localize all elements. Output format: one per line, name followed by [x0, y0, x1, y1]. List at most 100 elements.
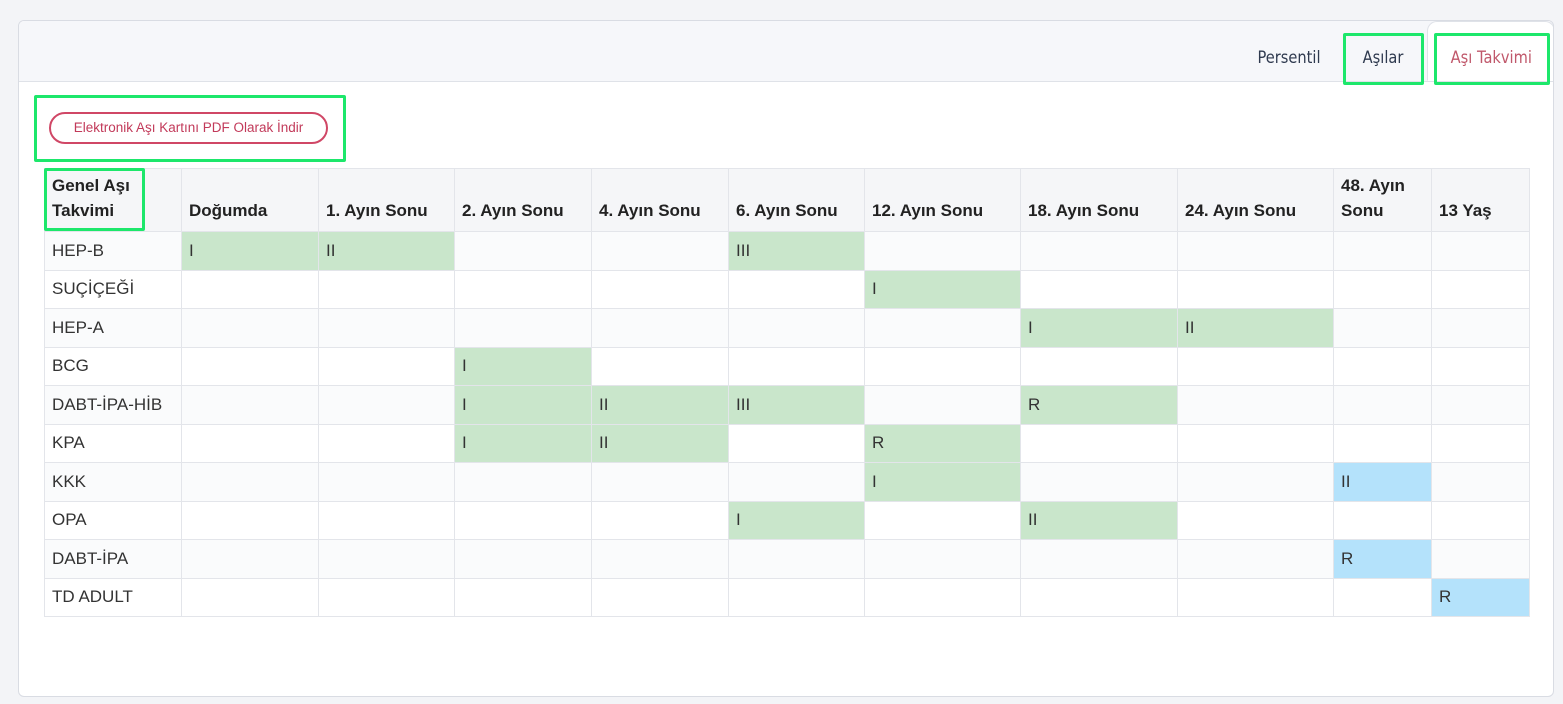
tab-asilar[interactable]: Aşılar — [1350, 35, 1415, 81]
tab-persentil[interactable]: Persentil — [1246, 35, 1332, 81]
dose-cell — [864, 539, 1021, 579]
dose-cell — [864, 385, 1021, 425]
dose-cell — [1177, 231, 1334, 271]
tab-asi-takvimi[interactable]: Aşı Takvimi — [1427, 21, 1553, 81]
dose-cell — [181, 462, 319, 502]
dose-cell — [1333, 423, 1432, 463]
dose-cell — [318, 269, 455, 309]
dose-cell — [591, 308, 729, 348]
dose-cell — [1431, 500, 1530, 540]
dose-cell — [1177, 346, 1334, 386]
dose-cell — [1333, 346, 1432, 386]
column-header: 18. Ayın Sonu — [1020, 168, 1178, 232]
table-row: BCG I — [44, 346, 1530, 386]
vaccine-name-cell: KKK — [44, 462, 182, 502]
dose-cell — [1020, 346, 1178, 386]
dose-cell — [318, 385, 455, 425]
dose-cell — [1020, 269, 1178, 309]
vaccine-name-cell: TD ADULT — [44, 577, 182, 617]
column-header: 4. Ayın Sonu — [591, 168, 729, 232]
dose-cell — [864, 346, 1021, 386]
vaccine-name-cell: HEP-A — [44, 308, 182, 348]
download-pdf-button[interactable]: Elektronik Aşı Kartını PDF Olarak İndir — [49, 112, 328, 144]
column-header: 2. Ayın Sonu — [454, 168, 592, 232]
dose-cell — [1177, 423, 1334, 463]
table-row: KPA I II R — [44, 423, 1530, 463]
dose-cell — [181, 500, 319, 540]
dose-cell — [318, 462, 455, 502]
dose-cell — [864, 308, 1021, 348]
dose-cell — [1431, 423, 1530, 463]
dose-cell: II — [1020, 500, 1178, 540]
vaccine-name-cell: DABT-İPA-HİB — [44, 385, 182, 425]
dose-cell — [1333, 500, 1432, 540]
tab-asi-takvimi-label: Aşı Takvimi — [1450, 48, 1532, 68]
dose-cell — [728, 423, 865, 463]
table-row: KKK I II — [44, 462, 1530, 502]
column-header: 6. Ayın Sonu — [728, 168, 865, 232]
dose-cell — [1177, 269, 1334, 309]
dose-cell: I — [864, 462, 1021, 502]
dose-cell — [181, 308, 319, 348]
vaccine-name-cell: KPA — [44, 423, 182, 463]
dose-cell: I — [454, 346, 592, 386]
column-header: 24. Ayın Sonu — [1177, 168, 1334, 232]
dose-cell: R — [1020, 385, 1178, 425]
dose-cell — [1177, 500, 1334, 540]
column-header: 13 Yaş — [1431, 168, 1530, 232]
dose-cell — [591, 539, 729, 579]
dose-cell: II — [591, 423, 729, 463]
dose-cell: II — [1333, 462, 1432, 502]
dose-cell — [181, 539, 319, 579]
dose-cell — [1333, 308, 1432, 348]
dose-cell: III — [728, 231, 865, 271]
dose-cell: I — [1020, 308, 1178, 348]
dose-cell — [1431, 346, 1530, 386]
dose-cell — [1431, 308, 1530, 348]
dose-cell: I — [728, 500, 865, 540]
dose-cell — [318, 346, 455, 386]
dose-cell: R — [1333, 539, 1432, 579]
dose-cell — [318, 423, 455, 463]
table-row: OPA I II — [44, 500, 1530, 540]
dose-cell — [591, 500, 729, 540]
tab-bar: Persentil Aşılar Aşı Takvimi — [19, 21, 1553, 82]
dose-cell — [1431, 269, 1530, 309]
dose-cell — [591, 269, 729, 309]
column-header: Genel Aşı Takvimi — [44, 168, 182, 232]
dose-cell — [728, 539, 865, 579]
dose-cell — [454, 539, 592, 579]
dose-cell — [1431, 462, 1530, 502]
vaccine-name-cell: HEP-B — [44, 231, 182, 271]
dose-cell — [1177, 462, 1334, 502]
dose-cell — [591, 577, 729, 617]
dose-cell — [318, 500, 455, 540]
dose-cell — [1020, 231, 1178, 271]
dose-cell: II — [318, 231, 455, 271]
dose-cell — [318, 539, 455, 579]
dose-cell — [591, 346, 729, 386]
dose-cell — [181, 577, 319, 617]
dose-cell — [1177, 385, 1334, 425]
vaccine-name-cell: SUÇİÇEĞİ — [44, 269, 182, 309]
dose-cell — [591, 462, 729, 502]
dose-cell — [318, 308, 455, 348]
card-header: Persentil Aşılar Aşı Takvimi — [19, 21, 1553, 82]
dose-cell — [1333, 577, 1432, 617]
dose-cell — [728, 308, 865, 348]
table-row: DABT-İPA R — [44, 539, 1530, 579]
vaccine-schedule-table: Genel Aşı Takvimi Doğumda 1. Ayın Sonu 2… — [44, 168, 1530, 617]
dose-cell — [1020, 462, 1178, 502]
dose-cell — [454, 500, 592, 540]
dose-cell: I — [454, 423, 592, 463]
dose-cell: I — [181, 231, 319, 271]
column-header: 12. Ayın Sonu — [864, 168, 1021, 232]
dose-cell — [181, 346, 319, 386]
dose-cell — [1020, 423, 1178, 463]
dose-cell — [1431, 385, 1530, 425]
dose-cell — [864, 231, 1021, 271]
dose-cell — [454, 462, 592, 502]
dose-cell — [1333, 385, 1432, 425]
dose-cell — [1333, 231, 1432, 271]
dose-cell — [454, 231, 592, 271]
